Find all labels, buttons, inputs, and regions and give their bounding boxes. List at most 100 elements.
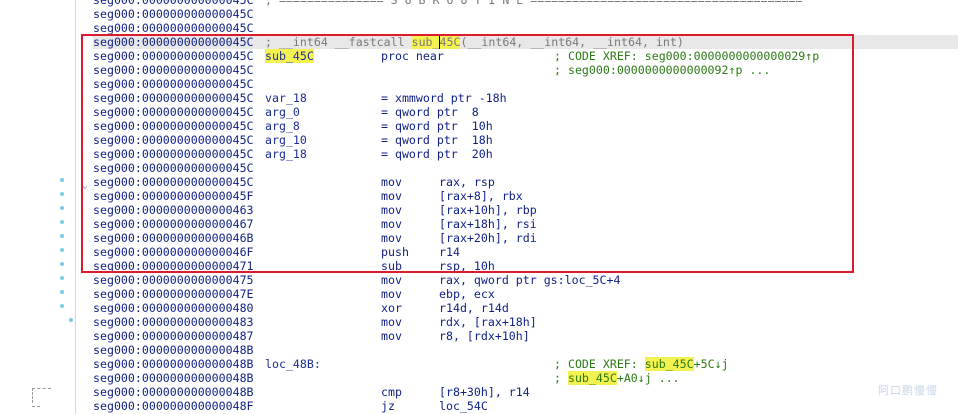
address[interactable]: seg000:000000000000048B: [93, 343, 254, 357]
operands[interactable]: [rax+20h], rdi: [439, 231, 537, 245]
listing-line[interactable]: seg000:000000000000048F jz loc_54C: [93, 399, 958, 413]
address[interactable]: seg000:000000000000048B: [93, 385, 254, 399]
address[interactable]: seg000:000000000000045C: [93, 21, 254, 35]
address[interactable]: seg000:0000000000000471: [93, 259, 254, 273]
operands[interactable]: r14: [439, 245, 460, 259]
listing-line[interactable]: seg000:000000000000047E mov ebp, ecx: [93, 287, 958, 301]
breakpoint-dot[interactable]: [60, 304, 64, 308]
listing-line[interactable]: seg000:0000000000000480 xor r14d, r14d: [93, 301, 958, 315]
address[interactable]: seg000:0000000000000463: [93, 203, 254, 217]
listing-line[interactable]: seg000:000000000000045C: [93, 21, 958, 35]
listing-line[interactable]: seg000:000000000000045C var_18 = xmmword p…: [93, 91, 958, 105]
operands[interactable]: rdx, [rax+18h]: [439, 315, 537, 329]
address[interactable]: seg000:000000000000045C: [93, 91, 254, 105]
operands[interactable]: loc_54C: [439, 399, 488, 413]
listing-line[interactable]: seg000:000000000000045F mov [rax+8], rbx: [93, 189, 958, 203]
operands[interactable]: rsp, 10h: [439, 259, 495, 273]
code-label[interactable]: arg_0: [265, 105, 300, 119]
listing-line[interactable]: seg000:0000000000000471 sub rsp, 10h: [93, 259, 958, 273]
operands[interactable]: [rax+10h], rbp: [439, 203, 537, 217]
operands[interactable]: r8, [rdx+10h]: [439, 329, 530, 343]
code-label[interactable]: arg_10: [265, 133, 307, 147]
xref-target[interactable]: sub_45C: [567, 371, 617, 385]
listing-line[interactable]: seg000:000000000000045C mov rax, rsp: [93, 175, 958, 189]
listing-line[interactable]: seg000:0000000000000475 mov rax, qword ptr…: [93, 273, 958, 287]
address[interactable]: seg000:000000000000046F: [93, 245, 254, 259]
breakpoint-dot[interactable]: [69, 318, 73, 322]
listing-line[interactable]: seg000:0000000000000463 mov [rax+10h], rbp: [93, 203, 958, 217]
breakpoint-dot[interactable]: [60, 290, 64, 294]
operands[interactable]: [rax+18h], rsi: [439, 217, 537, 231]
listing-line[interactable]: seg000:000000000000045C ; __int64 __fastc…: [93, 35, 958, 49]
address[interactable]: seg000:000000000000045C: [93, 147, 254, 161]
breakpoint-dot[interactable]: [60, 262, 64, 266]
listing-line[interactable]: seg000:000000000000045C arg_0 = qword ptr …: [93, 105, 958, 119]
listing-line[interactable]: seg000:0000000000000483 mov rdx, [rax+18h]: [93, 315, 958, 329]
address[interactable]: seg000:000000000000045C: [93, 105, 254, 119]
listing-line[interactable]: seg000:000000000000048B loc_48B: ; CODE XR…: [93, 357, 958, 371]
breakpoint-dot[interactable]: [60, 192, 64, 196]
graph-overview-handle[interactable]: [32, 388, 51, 403]
disassembly-listing[interactable]: seg000:000000000000045C ; ===============…: [93, 0, 958, 413]
operands[interactable]: [r8+30h], r14: [439, 385, 530, 399]
operands[interactable]: rax, rsp: [439, 175, 495, 189]
address[interactable]: seg000:000000000000048B: [93, 371, 254, 385]
code-label[interactable]: arg_18: [265, 147, 307, 161]
code-label[interactable]: var_18: [265, 91, 307, 105]
listing-line[interactable]: seg000:0000000000000467 mov [rax+18h], rsi: [93, 217, 958, 231]
xref-comment[interactable]: ; sub_45C+A0↓j ...: [554, 371, 680, 385]
xref-target[interactable]: sub_45C: [644, 357, 694, 371]
listing-line[interactable]: seg000:000000000000045C ; seg000:00000000…: [93, 63, 958, 77]
address[interactable]: seg000:000000000000048F: [93, 399, 254, 413]
operands[interactable]: [rax+8], rbx: [439, 189, 523, 203]
address[interactable]: seg000:000000000000045C: [93, 0, 254, 7]
address[interactable]: seg000:000000000000048B: [93, 357, 254, 371]
code-label[interactable]: loc_48B:: [265, 357, 321, 371]
address[interactable]: seg000:000000000000047E: [93, 287, 254, 301]
breakpoint-dot[interactable]: [60, 276, 64, 280]
address[interactable]: seg000:000000000000045C: [93, 175, 254, 189]
address[interactable]: seg000:000000000000045C: [93, 49, 254, 63]
address[interactable]: seg000:000000000000045C: [93, 63, 254, 77]
operands[interactable]: r14d, r14d: [439, 301, 509, 315]
breakpoint-dot[interactable]: [60, 206, 64, 210]
listing-line[interactable]: seg000:000000000000045C ; ===============…: [93, 0, 958, 7]
address[interactable]: seg000:000000000000046B: [93, 231, 254, 245]
address[interactable]: seg000:0000000000000483: [93, 315, 254, 329]
breakpoint-dot[interactable]: [60, 234, 64, 238]
operands[interactable]: rax, qword ptr gs:loc_5C+4: [439, 273, 620, 287]
breakpoint-dot[interactable]: [60, 220, 64, 224]
listing-line[interactable]: seg000:000000000000045C: [93, 7, 958, 21]
breakpoint-dot[interactable]: [60, 178, 64, 182]
address[interactable]: seg000:000000000000045C: [93, 161, 254, 175]
code-label[interactable]: arg_8: [265, 119, 300, 133]
code-label[interactable]: sub_45C: [265, 49, 314, 63]
listing-line[interactable]: seg000:000000000000048B cmp [r8+30h], r14: [93, 385, 958, 399]
listing-line[interactable]: seg000:000000000000045C: [93, 77, 958, 91]
address[interactable]: seg000:000000000000045C: [93, 133, 254, 147]
listing-line[interactable]: seg000:000000000000045C arg_10 = qword ptr…: [93, 133, 958, 147]
listing-line[interactable]: seg000:000000000000045C arg_18 = qword ptr…: [93, 147, 958, 161]
breakpoint-dot[interactable]: [60, 248, 64, 252]
address[interactable]: seg000:000000000000045C: [93, 35, 254, 49]
xref-comment[interactable]: ; CODE XREF: sub_45C+5C↓j: [554, 357, 729, 371]
address[interactable]: seg000:000000000000045F: [93, 189, 254, 203]
listing-line[interactable]: seg000:000000000000046F push r14: [93, 245, 958, 259]
xref-comment[interactable]: ; CODE XREF: seg000:0000000000000029↑p: [554, 49, 819, 63]
listing-line[interactable]: seg000:000000000000045C: [93, 161, 958, 175]
address[interactable]: seg000:000000000000045C: [93, 77, 254, 91]
xref-comment[interactable]: ; seg000:0000000000000092↑p ...: [554, 63, 770, 77]
operands[interactable]: ebp, ecx: [439, 287, 495, 301]
listing-line[interactable]: seg000:000000000000048B: [93, 343, 958, 357]
listing-line[interactable]: seg000:000000000000046B mov [rax+20h], rdi: [93, 231, 958, 245]
listing-line[interactable]: seg000:000000000000048B ; sub_45C+A0↓j ..…: [93, 371, 958, 385]
address[interactable]: seg000:0000000000000487: [93, 329, 254, 343]
listing-line[interactable]: seg000:000000000000045C arg_8 = qword ptr …: [93, 119, 958, 133]
address[interactable]: seg000:0000000000000467: [93, 217, 254, 231]
address[interactable]: seg000:000000000000045C: [93, 7, 254, 21]
listing-line[interactable]: seg000:0000000000000487 mov r8, [rdx+10h]: [93, 329, 958, 343]
address[interactable]: seg000:0000000000000475: [93, 273, 254, 287]
address[interactable]: seg000:0000000000000480: [93, 301, 254, 315]
function-name-highlight[interactable]: sub_45C: [411, 35, 461, 49]
listing-line[interactable]: seg000:000000000000045C sub_45C proc near;…: [93, 49, 958, 63]
